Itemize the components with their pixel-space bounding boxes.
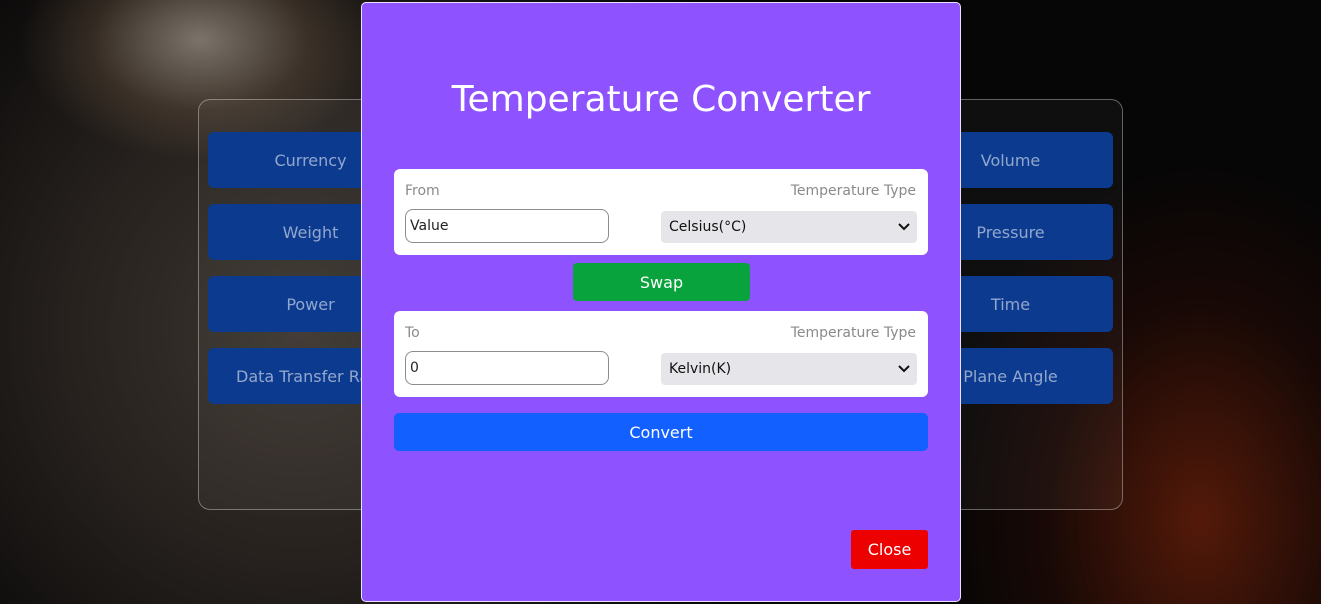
- to-unit-select[interactable]: Kelvin(K): [661, 353, 917, 385]
- category-label: Power: [286, 294, 335, 314]
- category-label: Currency: [274, 150, 347, 170]
- from-unit-selected: Celsius(°C): [669, 219, 747, 235]
- convert-button[interactable]: Convert: [394, 413, 928, 451]
- from-label: From: [405, 183, 440, 199]
- close-button[interactable]: Close: [851, 530, 928, 569]
- category-label: Plane Angle: [963, 366, 1058, 386]
- to-label: To: [405, 325, 420, 341]
- swap-button[interactable]: Swap: [573, 263, 750, 301]
- from-type-label: Temperature Type: [790, 183, 916, 199]
- category-label: Weight: [282, 222, 339, 242]
- to-value-input[interactable]: 0: [405, 351, 609, 385]
- category-label: Volume: [980, 150, 1041, 170]
- from-card: From Temperature Type Value Celsius(°C): [394, 169, 928, 255]
- from-unit-select[interactable]: Celsius(°C): [661, 211, 917, 243]
- category-label: Pressure: [976, 222, 1045, 242]
- chevron-down-icon: [897, 220, 911, 234]
- to-card: To Temperature Type 0 Kelvin(K): [394, 311, 928, 397]
- modal-title: Temperature Converter: [451, 79, 871, 120]
- to-unit-selected: Kelvin(K): [669, 361, 732, 377]
- converter-modal: Temperature Converter From Temperature T…: [361, 2, 961, 602]
- category-label: Time: [990, 294, 1031, 314]
- to-type-label: Temperature Type: [790, 325, 916, 341]
- from-value-input[interactable]: Value: [405, 209, 609, 243]
- chevron-down-icon: [897, 362, 911, 376]
